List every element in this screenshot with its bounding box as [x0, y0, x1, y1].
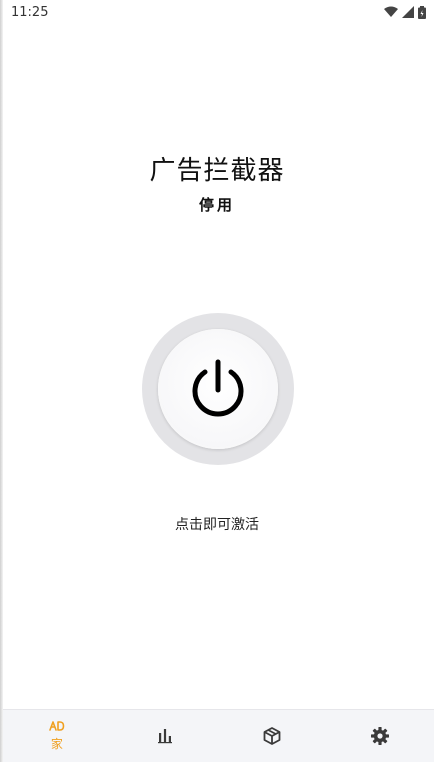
- nav-item-home[interactable]: 家: [17, 710, 97, 762]
- bar-chart-icon: [157, 728, 173, 744]
- nav-item-settings[interactable]: [340, 710, 420, 762]
- power-button[interactable]: [158, 329, 278, 449]
- status-badge: 停用: [198, 196, 235, 214]
- page-title: 广告拦截器: [149, 156, 285, 186]
- nav-item-home-label: 家: [50, 737, 63, 751]
- bottom-nav: 家: [3, 709, 434, 762]
- status-icons: [384, 5, 426, 19]
- gear-icon: [370, 726, 390, 746]
- wifi-icon: [384, 6, 398, 18]
- nav-item-packages[interactable]: [232, 710, 312, 762]
- ad-home-icon: [49, 720, 65, 732]
- activate-hint: 点击即可激活: [175, 517, 259, 533]
- power-button-ring: [142, 313, 294, 465]
- status-time: 11:25: [11, 4, 49, 20]
- status-bar: 11:25: [3, 0, 434, 24]
- power-icon: [188, 358, 248, 420]
- signal-icon: [402, 6, 414, 18]
- nav-item-statistics[interactable]: [125, 710, 205, 762]
- battery-icon: [418, 5, 426, 19]
- package-icon: [262, 726, 282, 746]
- window-edge: [0, 0, 3, 762]
